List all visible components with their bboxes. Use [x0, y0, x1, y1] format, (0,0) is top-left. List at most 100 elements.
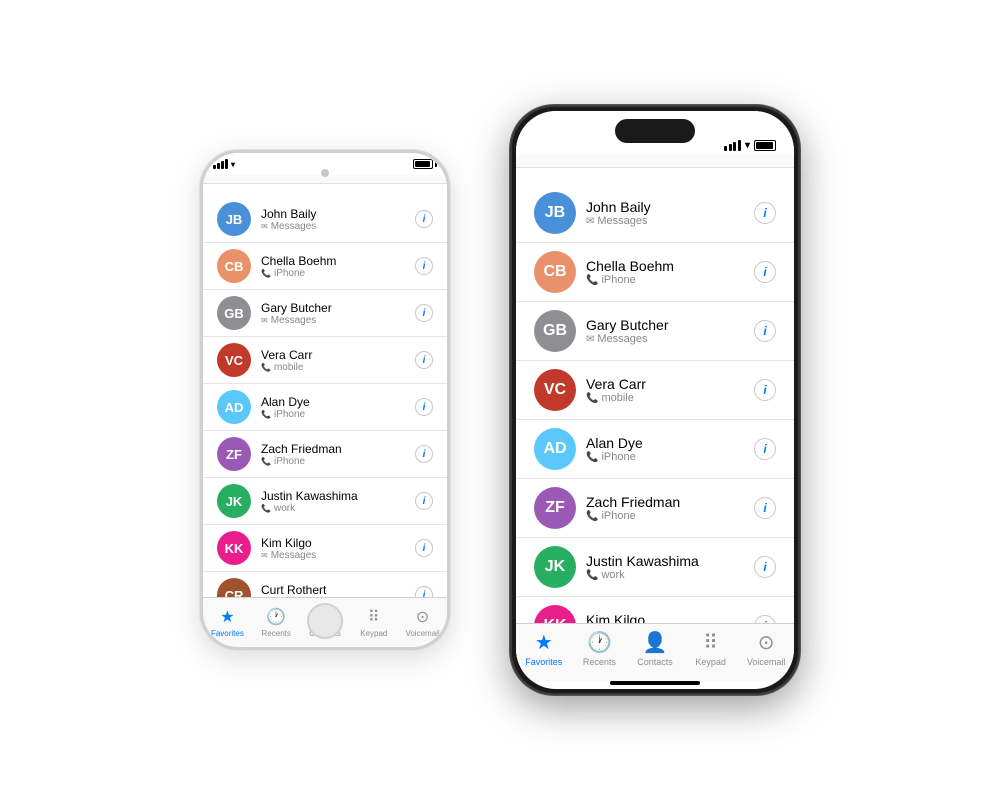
- contact-name: Curt Rothert: [261, 583, 405, 597]
- contact-item[interactable]: GBGary Butcher✉Messagesi: [516, 302, 794, 361]
- info-button[interactable]: i: [754, 320, 776, 342]
- contact-sub: 📞mobile: [261, 362, 405, 373]
- tab-item-favorites[interactable]: ★Favorites: [203, 607, 252, 638]
- contact-item[interactable]: JBJohn Baily✉Messagesi: [516, 184, 794, 243]
- contact-sub: ✉Messages: [261, 550, 405, 561]
- keypad-tab-label: Keypad: [360, 629, 387, 638]
- tab-item-favorites[interactable]: ★Favorites: [516, 630, 572, 667]
- contact-item[interactable]: ZFZach Friedman📞iPhonei: [516, 479, 794, 538]
- sub-type-icon: ✉: [586, 216, 594, 227]
- contact-sub-text: Messages: [271, 221, 317, 232]
- phones-container: ▾ JBJohn Baily✉MessagesiCBChell: [200, 105, 800, 695]
- info-button[interactable]: i: [754, 497, 776, 519]
- contact-name: Justin Kawashima: [586, 553, 744, 569]
- contact-sub-text: Messages: [597, 215, 647, 227]
- info-button[interactable]: i: [415, 492, 433, 510]
- sb4: [738, 140, 741, 151]
- contact-info: Alan Dye📞iPhone: [586, 435, 744, 463]
- phone-old: ▾ JBJohn Baily✉MessagesiCBChell: [200, 150, 450, 650]
- contact-item[interactable]: KKKim Kilgo✉Messagesi: [203, 525, 447, 572]
- contact-avatar: GB: [217, 296, 251, 330]
- tab-item-keypad[interactable]: ⠿ Keypad: [349, 607, 398, 638]
- contact-avatar: KK: [217, 531, 251, 565]
- contact-sub-text: mobile: [601, 392, 633, 404]
- favorites-tab-icon: ★: [220, 607, 234, 627]
- contact-info: Vera Carr📞mobile: [261, 348, 405, 373]
- signal-new: [724, 140, 741, 151]
- keypad-tab-label: Keypad: [695, 657, 726, 667]
- contact-item[interactable]: CRCurt Rothert📞iPhonei: [203, 572, 447, 597]
- phone-new: ▾ JBJohn Baily✉MessagesiCBChella Boehm📞i…: [510, 105, 800, 695]
- contact-item[interactable]: ADAlan Dye📞iPhonei: [203, 384, 447, 431]
- info-button[interactable]: i: [415, 304, 433, 322]
- info-button[interactable]: i: [415, 351, 433, 369]
- contact-sub-text: Messages: [271, 550, 317, 561]
- contact-item[interactable]: VCVera Carr📞mobilei: [203, 337, 447, 384]
- info-button[interactable]: i: [415, 586, 433, 597]
- sub-type-icon: ✉: [261, 222, 268, 231]
- contact-item[interactable]: JK Justin Kawashima📞work i: [516, 538, 794, 597]
- contact-sub: 📞work: [261, 503, 405, 514]
- contact-item[interactable]: CBChella Boehm📞iPhonei: [516, 243, 794, 302]
- dynamic-island: [615, 119, 695, 143]
- contact-sub-text: iPhone: [274, 268, 305, 279]
- info-button[interactable]: i: [415, 257, 433, 275]
- sub-type-icon: 📞: [261, 504, 271, 513]
- sb2: [729, 144, 732, 151]
- keypad-tab-icon: ⠿: [368, 607, 380, 627]
- contact-info: Justin Kawashima📞work: [261, 489, 405, 514]
- contacts-tab-icon: 👤: [643, 630, 668, 655]
- contact-sub: 📞mobile: [586, 392, 744, 404]
- contact-info: Chella Boehm📞iPhone: [586, 258, 744, 286]
- tab-bar-new: ★Favorites 🕐 Recents 👤Contacts⠿Keypad⊙Voice…: [516, 623, 794, 681]
- contact-sub: ✉Messages: [586, 333, 744, 345]
- tab-item-voicemail[interactable]: ⊙Voicemail: [398, 607, 447, 638]
- contact-item[interactable]: VCVera Carr📞mobilei: [516, 361, 794, 420]
- recents-tab-icon: 🕐: [587, 630, 612, 655]
- contact-item[interactable]: ADAlan Dye📞iPhonei: [516, 420, 794, 479]
- tab-item-recents[interactable]: 🕐Recents: [252, 607, 301, 638]
- contact-name: Vera Carr: [261, 348, 405, 362]
- contact-sub: 📞work: [586, 569, 744, 581]
- contact-name: Chella Boehm: [261, 254, 405, 268]
- front-camera-old: [321, 169, 329, 177]
- info-button[interactable]: i: [415, 210, 433, 228]
- contact-item[interactable]: ZFZach Friedman📞iPhonei: [203, 431, 447, 478]
- nav-bar-new: [516, 155, 794, 168]
- info-button[interactable]: i: [754, 615, 776, 623]
- info-button[interactable]: i: [754, 438, 776, 460]
- info-button[interactable]: i: [754, 556, 776, 578]
- contact-list-old: JBJohn Baily✉MessagesiCBChella Boehm📞iPh…: [203, 196, 447, 597]
- info-button[interactable]: i: [754, 379, 776, 401]
- contact-avatar: ZF: [217, 437, 251, 471]
- contact-sub: 📞iPhone: [586, 451, 744, 463]
- tab-item-keypad[interactable]: ⠿Keypad: [683, 630, 739, 667]
- info-button[interactable]: i: [415, 445, 433, 463]
- contact-item[interactable]: KKKim Kilgo✉Messagesi: [516, 597, 794, 623]
- contact-avatar: JK: [534, 546, 576, 588]
- battery-fill-old: [415, 161, 430, 167]
- tab-item-contacts[interactable]: 👤Contacts: [627, 630, 683, 667]
- contact-item[interactable]: JKJustin Kawashima📞worki: [203, 478, 447, 525]
- contact-item[interactable]: CBChella Boehm📞iPhonei: [203, 243, 447, 290]
- contact-list-new: JBJohn Baily✉MessagesiCBChella Boehm📞iPh…: [516, 184, 794, 623]
- sb1: [724, 146, 727, 151]
- recents-tab-label: Recents: [583, 657, 616, 667]
- contact-avatar: AD: [217, 390, 251, 424]
- contact-sub-text: work: [601, 569, 624, 581]
- tab-item-voicemail[interactable]: ⊙Voicemail: [738, 630, 794, 667]
- contact-sub: 📞iPhone: [586, 510, 744, 522]
- contact-item[interactable]: GBGary Butcher✉Messagesi: [203, 290, 447, 337]
- info-button[interactable]: i: [754, 261, 776, 283]
- contact-sub-text: iPhone: [601, 451, 635, 463]
- info-button[interactable]: i: [415, 539, 433, 557]
- tab-item-recents[interactable]: 🕐 Recents: [572, 630, 628, 667]
- sub-type-icon: 📞: [261, 363, 271, 372]
- contact-item[interactable]: JBJohn Baily✉Messagesi: [203, 196, 447, 243]
- home-button-old[interactable]: [307, 603, 343, 639]
- sub-type-icon: 📞: [261, 457, 271, 466]
- contact-name: Alan Dye: [261, 395, 405, 409]
- info-button[interactable]: i: [754, 202, 776, 224]
- contact-sub-text: work: [274, 503, 295, 514]
- info-button[interactable]: i: [415, 398, 433, 416]
